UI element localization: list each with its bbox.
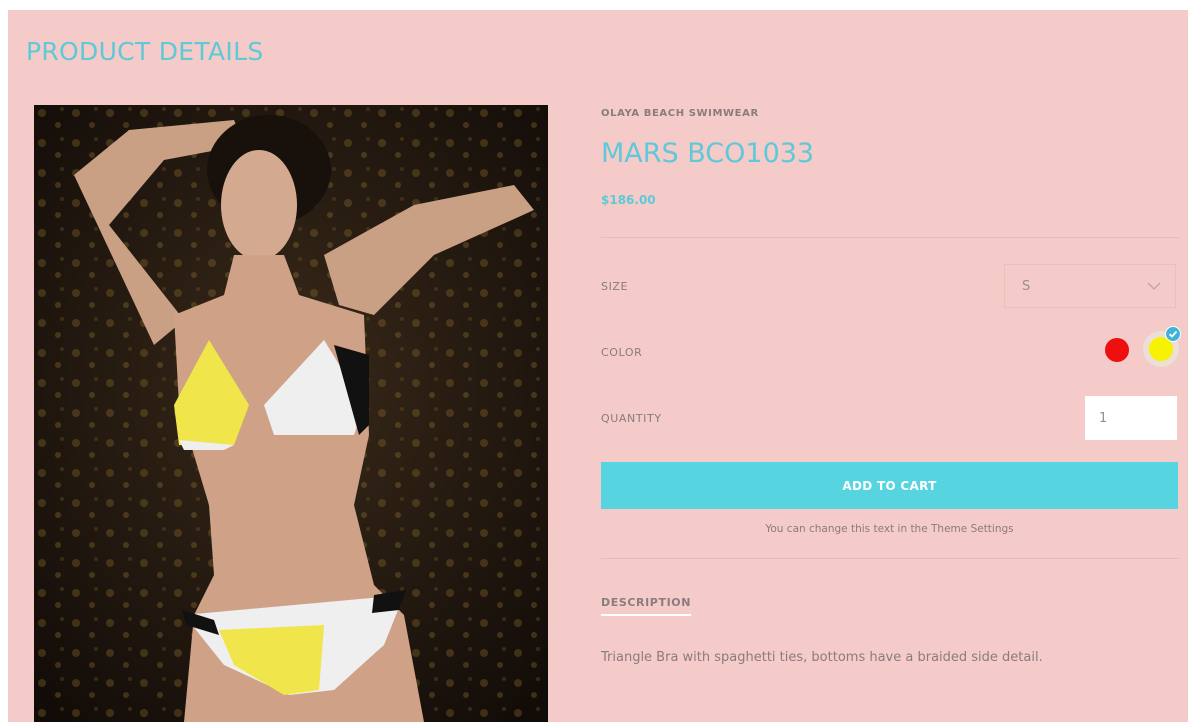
product-name: MARS BCO1033 — [601, 138, 815, 169]
check-icon — [1165, 326, 1181, 342]
theme-settings-note: You can change this text in the Theme Se… — [765, 523, 1014, 535]
color-swatch-yellow[interactable] — [1143, 326, 1181, 367]
product-image[interactable] — [34, 105, 548, 722]
divider — [601, 237, 1179, 238]
color-swatch-red[interactable] — [1105, 338, 1129, 362]
add-to-cart-button[interactable]: ADD TO CART — [601, 462, 1178, 509]
color-label: COLOR — [601, 346, 643, 359]
product-panel: PRODUCT DETAILS OLAYA BEACH SWIMWEAR MAR… — [8, 10, 1188, 722]
quantity-label: QUANTITY — [601, 412, 662, 425]
size-value: S — [1022, 279, 1031, 294]
divider — [601, 558, 1179, 559]
chevron-down-icon — [1147, 282, 1161, 290]
size-label: SIZE — [601, 280, 629, 293]
product-details: OLAYA BEACH SWIMWEAR MARS BCO1033 $186.0… — [601, 10, 1181, 722]
product-brand[interactable]: OLAYA BEACH SWIMWEAR — [601, 108, 759, 119]
page-title: PRODUCT DETAILS — [26, 36, 264, 66]
tab-description[interactable]: DESCRIPTION — [601, 596, 692, 616]
size-select[interactable]: S — [1004, 264, 1176, 308]
product-price: $186.00 — [601, 193, 656, 207]
description-text: Triangle Bra with spaghetti ties, bottom… — [601, 650, 1043, 665]
quantity-input[interactable] — [1085, 396, 1177, 440]
product-photo-illustration — [34, 105, 548, 722]
